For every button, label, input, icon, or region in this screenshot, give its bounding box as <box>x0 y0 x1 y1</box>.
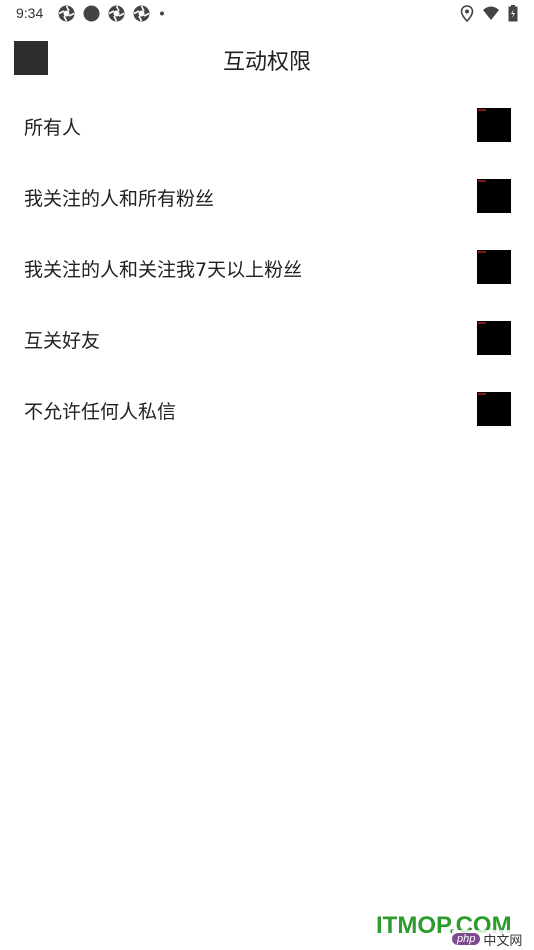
option-row-following-and-all-fans[interactable]: 我关注的人和所有粉丝 <box>0 161 534 232</box>
status-bar: 9:34 <box>0 0 534 28</box>
option-checkbox[interactable] <box>477 321 511 355</box>
location-icon <box>460 5 474 22</box>
page-title: 互动权限 <box>222 50 311 75</box>
option-label: 不允许任何人私信 <box>24 401 177 423</box>
status-system-icons <box>460 5 518 22</box>
circle-icon <box>83 5 100 22</box>
option-checkbox[interactable] <box>477 108 511 142</box>
watermark-cn: 中文网 <box>483 933 523 949</box>
dot-icon <box>158 5 166 22</box>
option-row-mutual-friends[interactable]: 互关好友 <box>0 303 534 374</box>
option-checkbox[interactable] <box>477 250 511 284</box>
aperture-icon <box>133 5 150 22</box>
option-list: 所有人 我关注的人和所有粉丝 我关注的人和关注我7天以上粉丝 互关好友 不允许任… <box>0 90 534 445</box>
app-bar: 互动权限 <box>0 30 534 90</box>
option-label: 我关注的人和关注我7天以上粉丝 <box>24 259 303 281</box>
option-checkbox[interactable] <box>477 179 511 213</box>
option-checkbox[interactable] <box>477 392 511 426</box>
status-time: 9:34 <box>16 5 44 21</box>
status-notification-icons <box>58 5 166 22</box>
option-label: 我关注的人和所有粉丝 <box>24 188 215 210</box>
option-label: 互关好友 <box>24 330 101 352</box>
aperture-icon <box>108 5 125 22</box>
watermark-badge: php 中文网 <box>452 930 532 949</box>
option-row-no-one[interactable]: 不允许任何人私信 <box>0 374 534 445</box>
watermark: ITMOP.COM php 中文网 <box>376 912 532 949</box>
option-row-following-and-7day-fans[interactable]: 我关注的人和关注我7天以上粉丝 <box>0 232 534 303</box>
wifi-icon <box>482 5 500 22</box>
option-label: 所有人 <box>24 117 82 139</box>
watermark-php: php <box>452 933 481 945</box>
battery-icon <box>508 5 518 22</box>
option-row-everyone[interactable]: 所有人 <box>0 90 534 161</box>
aperture-icon <box>58 5 75 22</box>
